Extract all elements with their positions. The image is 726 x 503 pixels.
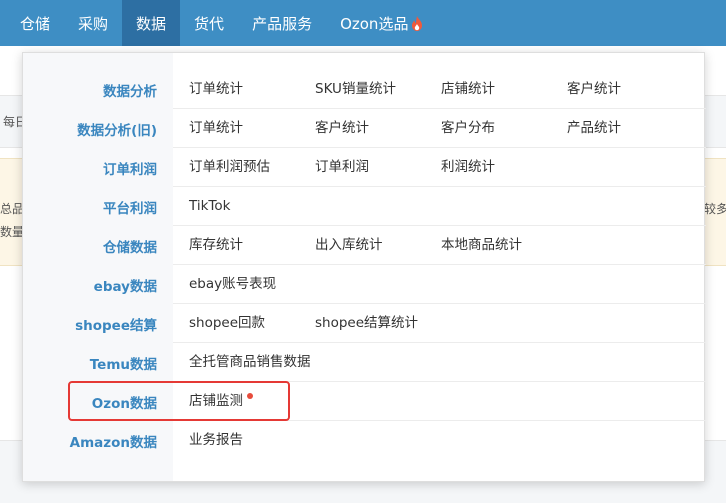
menu-category-label: Amazon数据 xyxy=(69,434,157,451)
menu-link-store-stats[interactable]: 店铺统计 xyxy=(441,70,495,109)
background-text-quantity: 数量 xyxy=(0,225,25,239)
menu-link-in-out-stats[interactable]: 出入库统计 xyxy=(315,226,383,265)
menu-category-label: 仓储数据 xyxy=(103,239,157,256)
menu-row-temu-data: Temu数据 全托管商品销售数据 xyxy=(23,343,706,382)
menu-category-label: 数据分析(旧) xyxy=(77,122,157,139)
menu-link-store-monitoring[interactable]: 店铺监测 xyxy=(189,382,243,421)
menu-category-label: 订单利润 xyxy=(103,161,157,178)
menu-link-order-profit-estimate[interactable]: 订单利润预估 xyxy=(189,148,270,187)
menu-link-shopee-settlement-stats[interactable]: shopee结算统计 xyxy=(315,304,418,343)
nav-item-data[interactable]: 数据 xyxy=(122,0,181,46)
menu-link-order-profit[interactable]: 订单利润 xyxy=(315,148,369,187)
nav-item-ozon-selection[interactable]: Ozon选品 xyxy=(326,0,437,46)
menu-link-sku-sales-stats[interactable]: SKU销量统计 xyxy=(315,70,396,109)
menu-row-amazon-data: Amazon数据 业务报告 xyxy=(23,421,706,460)
menu-link-customer-stats-old[interactable]: 客户统计 xyxy=(315,109,369,148)
menu-category-label: ebay数据 xyxy=(93,278,157,295)
menu-category-label: 平台利润 xyxy=(103,200,157,217)
menu-link-business-report[interactable]: 业务报告 xyxy=(189,421,243,460)
menu-row-ebay-data: ebay数据 ebay账号表现 xyxy=(23,265,706,304)
menu-link-profit-stats[interactable]: 利润统计 xyxy=(441,148,495,187)
nav-item-freight[interactable]: 货代 xyxy=(180,0,238,46)
menu-link-customer-distribution[interactable]: 客户分布 xyxy=(441,109,495,148)
nav-item-purchase[interactable]: 采购 xyxy=(64,0,122,46)
nav-item-product-service[interactable]: 产品服务 xyxy=(238,0,326,46)
menu-row-warehouse-data: 仓储数据 库存统计 出入库统计 本地商品统计 xyxy=(23,226,706,265)
menu-row-shopee-settlement: shopee结算 shopee回款 shopee结算统计 xyxy=(23,304,706,343)
background-text-total: 总品 xyxy=(0,202,25,216)
fire-icon xyxy=(412,15,423,31)
menu-link-product-stats[interactable]: 产品统计 xyxy=(567,109,621,148)
menu-link-temu-product-sales[interactable]: 全托管商品销售数据 xyxy=(189,343,311,382)
menu-link-tiktok[interactable]: TikTok xyxy=(189,187,230,226)
menu-link-order-stats-old[interactable]: 订单统计 xyxy=(189,109,243,148)
nav-item-warehouse[interactable]: 仓储 xyxy=(0,0,64,46)
menu-row-ozon-data: Ozon数据 店铺监测 xyxy=(23,382,706,421)
menu-link-ebay-account-performance[interactable]: ebay账号表现 xyxy=(189,265,276,304)
menu-link-customer-stats[interactable]: 客户统计 xyxy=(567,70,621,109)
menu-link-inventory-stats[interactable]: 库存统计 xyxy=(189,226,243,265)
menu-category-label: 数据分析 xyxy=(103,83,157,100)
top-nav: 仓储 采购 数据 货代 产品服务 Ozon选品 xyxy=(0,0,726,46)
background-text-more: 较多 xyxy=(704,202,726,216)
menu-category-label: Ozon数据 xyxy=(91,395,157,412)
menu-row-data-analysis: 数据分析 订单统计 SKU销量统计 店铺统计 客户统计 xyxy=(23,70,706,109)
data-dropdown-menu: 数据分析 订单统计 SKU销量统计 店铺统计 客户统计 数据分析(旧) 订单统计… xyxy=(22,52,706,482)
menu-category-label: shopee结算 xyxy=(75,317,157,334)
menu-link-shopee-payment[interactable]: shopee回款 xyxy=(189,304,265,343)
menu-row-order-profit: 订单利润 订单利润预估 订单利润 利润统计 xyxy=(23,148,706,187)
new-badge-dot xyxy=(247,393,253,399)
menu-link-local-product-stats[interactable]: 本地商品统计 xyxy=(441,226,522,265)
nav-item-ozon-selection-label: Ozon选品 xyxy=(340,14,409,33)
menu-row-data-analysis-old: 数据分析(旧) 订单统计 客户统计 客户分布 产品统计 xyxy=(23,109,706,148)
menu-row-platform-profit: 平台利润 TikTok xyxy=(23,187,706,226)
menu-link-order-stats[interactable]: 订单统计 xyxy=(189,70,243,109)
menu-category-label: Temu数据 xyxy=(89,356,157,373)
